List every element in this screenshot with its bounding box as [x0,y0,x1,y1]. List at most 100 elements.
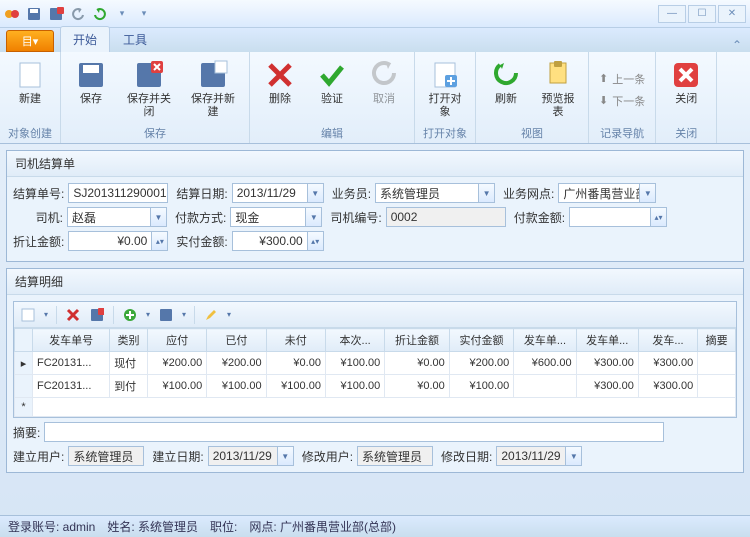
new-button[interactable]: 新建 [6,56,54,123]
save-close-button[interactable]: 保存并关闭 [119,56,179,123]
actual-field[interactable]: ¥300.00▴▾ [232,231,324,251]
column-header[interactable]: 本次... [325,329,384,352]
cell[interactable]: ¥200.00 [207,352,266,375]
summary-field[interactable] [44,422,664,442]
spinner-icon[interactable]: ▴▾ [650,208,666,226]
bill-no-field[interactable]: SJ201311290001 [68,183,168,203]
dropdown-icon[interactable]: ▼ [305,208,321,226]
cell[interactable]: ¥300.00 [638,375,697,398]
cell[interactable]: ¥100.00 [207,375,266,398]
redo-icon[interactable] [92,6,108,22]
cancel-button[interactable]: 取消 [360,56,408,123]
edit-icon[interactable] [203,307,219,323]
driver-no-field: 0002 [386,207,506,227]
save-close-icon[interactable] [48,6,64,22]
close-window-button[interactable]: ✕ [718,5,746,23]
new-row-icon[interactable] [20,307,36,323]
dropdown-icon[interactable]: ▼ [478,184,494,202]
qat-dropdown-icon[interactable]: ▾ [114,6,130,22]
cell[interactable] [698,352,736,375]
cell[interactable]: ¥300.00 [576,375,638,398]
cell[interactable] [698,375,736,398]
delete-button[interactable]: 删除 [256,56,304,123]
save-button[interactable]: 保存 [67,56,115,123]
new-row[interactable]: * [15,398,736,417]
column-header[interactable]: 应付 [147,329,206,352]
maximize-button[interactable]: ☐ [688,5,716,23]
spinner-icon[interactable]: ▴▾ [151,232,167,250]
open-object-button[interactable]: 打开对象 [421,56,469,123]
cell[interactable]: ¥600.00 [514,352,576,375]
minimize-button[interactable]: — [658,5,686,23]
cell[interactable]: ¥300.00 [638,352,697,375]
column-header[interactable]: 折让金额 [385,329,450,352]
cell[interactable]: 到付 [110,375,148,398]
undo-icon[interactable] [70,6,86,22]
delete-row-icon[interactable] [65,307,81,323]
dropdown-icon[interactable]: ▼ [307,184,323,202]
ribbon-group-open: 打开对象 打开对象 [415,52,476,143]
bill-date-label: 结算日期: [176,185,227,202]
cell[interactable]: 现付 [110,352,148,375]
cell[interactable]: ¥0.00 [266,352,325,375]
dropdown-icon[interactable]: ▼ [639,184,655,202]
group-label: 关闭 [662,123,710,141]
column-header[interactable]: 已付 [207,329,266,352]
next-record-button[interactable]: ⬇下一条 [595,91,649,111]
branch-field[interactable]: 广州番禺营业部▼ [558,183,656,203]
save-row-icon[interactable] [89,307,105,323]
column-header[interactable]: 未付 [266,329,325,352]
driver-field[interactable]: 赵磊▼ [67,207,167,227]
prev-record-button[interactable]: ⬆上一条 [595,69,649,89]
discount-field[interactable]: ¥0.00▴▾ [68,231,168,251]
column-header[interactable]: 摘要 [698,329,736,352]
cell[interactable]: ¥0.00 [385,375,450,398]
preview-button[interactable]: 预览报表 [534,56,582,123]
close-button[interactable]: 关闭 [662,56,710,123]
cell[interactable]: ¥300.00 [576,352,638,375]
save-icon[interactable] [26,6,42,22]
detail-grid[interactable]: 发车单号类别应付已付未付本次...折让金额实付金额发车单...发车单...发车.… [14,328,736,417]
ribbon-collapse-icon[interactable]: ⌃ [724,38,750,52]
bill-date-field[interactable]: 2013/11/29▼ [232,183,324,203]
group-label: 打开对象 [421,123,469,141]
pay-amt-field[interactable]: ▴▾ [569,207,667,227]
cell[interactable]: FC20131... [33,352,110,375]
qat-dropdown-icon-2[interactable]: ▾ [136,6,152,22]
driver-no-label: 司机编号: [330,209,381,226]
column-header[interactable]: 类别 [110,329,148,352]
cell[interactable]: FC20131... [33,375,110,398]
cell[interactable]: ¥0.00 [385,352,450,375]
add-icon[interactable] [122,307,138,323]
validate-button[interactable]: 验证 [308,56,356,123]
actual-label: 实付金额: [176,233,227,250]
pay-method-field[interactable]: 现金▼ [230,207,322,227]
pay-method-label: 付款方式: [175,209,226,226]
ribbon-group-save: 保存 保存并关闭 保存并新建 保存 [61,52,250,143]
table-row[interactable]: FC20131...到付¥100.00¥100.00¥100.00¥100.00… [15,375,736,398]
cell[interactable]: ¥200.00 [449,352,514,375]
tab-tools[interactable]: 工具 [110,26,160,52]
cell[interactable]: ¥100.00 [325,352,384,375]
column-header[interactable]: 发车单号 [33,329,110,352]
cell[interactable]: ¥100.00 [449,375,514,398]
cell[interactable]: ¥100.00 [147,375,206,398]
modify-user-label: 修改用户: [302,448,353,465]
cell[interactable] [514,375,576,398]
save-new-button[interactable]: 保存并新建 [183,56,243,123]
cell[interactable]: ¥100.00 [325,375,384,398]
save-grid-icon[interactable] [158,307,174,323]
column-header[interactable]: 发车单... [514,329,576,352]
column-header[interactable]: 实付金额 [449,329,514,352]
tab-start[interactable]: 开始 [60,26,110,52]
table-row[interactable]: ▸FC20131...现付¥200.00¥200.00¥0.00¥100.00¥… [15,352,736,375]
clerk-field[interactable]: 系统管理员▼ [375,183,495,203]
cell[interactable]: ¥100.00 [266,375,325,398]
column-header[interactable]: 发车... [638,329,697,352]
spinner-icon[interactable]: ▴▾ [307,232,323,250]
dropdown-icon[interactable]: ▼ [150,208,166,226]
column-header[interactable]: 发车单... [576,329,638,352]
cell[interactable]: ¥200.00 [147,352,206,375]
refresh-button[interactable]: 刷新 [482,56,530,123]
app-menu-button[interactable]: 目▾ [6,30,54,52]
